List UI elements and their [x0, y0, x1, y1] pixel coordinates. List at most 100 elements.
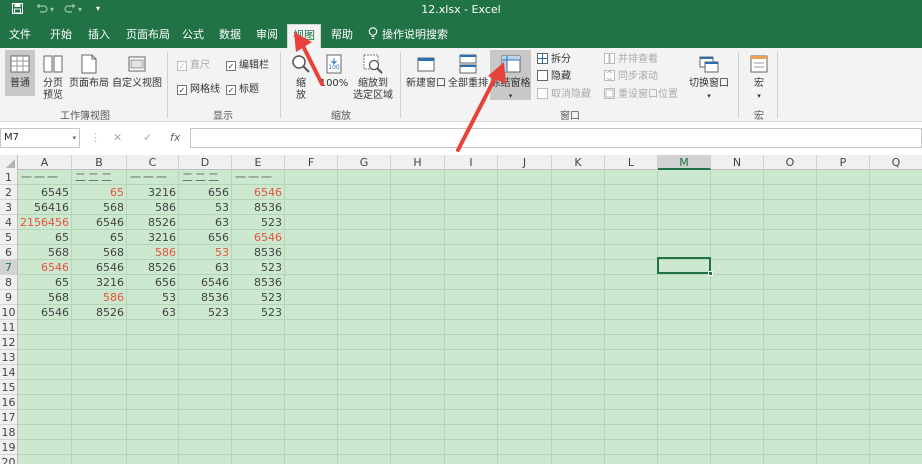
row-header-13[interactable]: 13: [0, 350, 17, 365]
cell[interactable]: 63: [179, 260, 232, 275]
tab-tell-me[interactable]: 操作说明搜索: [368, 26, 452, 48]
formula-bar-checkbox[interactable]: ✓ 编辑栏: [226, 59, 269, 73]
chevron-down-icon[interactable]: ▾: [72, 129, 76, 147]
row-header-19[interactable]: 19: [0, 440, 17, 455]
column-header-q[interactable]: Q: [870, 155, 922, 170]
column-header-h[interactable]: H: [391, 155, 445, 170]
more-options-icon[interactable]: ⋮: [90, 131, 101, 144]
cell[interactable]: 568: [18, 245, 72, 260]
cell[interactable]: 63: [127, 305, 179, 320]
row-header-9[interactable]: 9: [0, 290, 17, 305]
page-break-preview-button[interactable]: 分页 预览: [39, 50, 67, 102]
row-header-6[interactable]: 6: [0, 245, 17, 260]
tab-insert[interactable]: 插入: [82, 26, 116, 48]
cell[interactable]: 523: [232, 260, 285, 275]
cell[interactable]: 56416: [18, 200, 72, 215]
cell[interactable]: 586: [72, 290, 127, 305]
column-header-a[interactable]: A: [18, 155, 72, 170]
row-header-7[interactable]: 7: [0, 260, 17, 275]
cell[interactable]: 6545: [18, 185, 72, 200]
cell[interactable]: 568: [18, 290, 72, 305]
cell[interactable]: 656: [179, 230, 232, 245]
cell[interactable]: 63: [179, 215, 232, 230]
column-header-m[interactable]: M: [658, 155, 711, 170]
cell[interactable]: 65: [72, 230, 127, 245]
row-header-18[interactable]: 18: [0, 425, 17, 440]
row-header-10[interactable]: 10: [0, 305, 17, 320]
fill-handle[interactable]: [708, 271, 713, 276]
tab-help[interactable]: 帮助: [326, 26, 358, 48]
cell[interactable]: 8536: [232, 200, 285, 215]
column-header-p[interactable]: P: [817, 155, 870, 170]
enter-icon[interactable]: ✓: [143, 131, 152, 144]
cell[interactable]: 3216: [127, 230, 179, 245]
cell[interactable]: 6546: [232, 185, 285, 200]
cell-header[interactable]: 二二二: [72, 170, 127, 185]
tab-file[interactable]: 文件: [4, 26, 36, 48]
column-header-g[interactable]: G: [338, 155, 391, 170]
column-header-e[interactable]: E: [232, 155, 285, 170]
cell-header[interactable]: 二二二: [179, 170, 232, 185]
cell[interactable]: 3216: [72, 275, 127, 290]
cell[interactable]: 523: [232, 305, 285, 320]
column-header-d[interactable]: D: [179, 155, 232, 170]
column-header-n[interactable]: N: [711, 155, 764, 170]
column-header-k[interactable]: K: [552, 155, 605, 170]
cell[interactable]: 65: [18, 230, 72, 245]
gridlines-checkbox[interactable]: ✓ 网格线: [177, 83, 220, 97]
switch-windows-button[interactable]: 切换窗口 ▾: [686, 50, 732, 102]
split-button[interactable]: 拆分: [537, 53, 571, 67]
formula-input[interactable]: [190, 128, 922, 148]
ruler-checkbox[interactable]: ✓ 直尺: [177, 59, 210, 73]
cell[interactable]: 656: [179, 185, 232, 200]
row-header-5[interactable]: 5: [0, 230, 17, 245]
column-header-f[interactable]: F: [285, 155, 338, 170]
cell[interactable]: 8536: [179, 290, 232, 305]
cell[interactable]: 6546: [72, 260, 127, 275]
tab-page-layout[interactable]: 页面布局: [122, 26, 174, 48]
tab-formulas[interactable]: 公式: [178, 26, 208, 48]
row-header-8[interactable]: 8: [0, 275, 17, 290]
cell[interactable]: 8526: [127, 215, 179, 230]
cell[interactable]: 586: [127, 245, 179, 260]
reset-window-position-button[interactable]: 重设窗口位置: [604, 88, 678, 102]
headings-checkbox[interactable]: ✓ 标题: [226, 83, 259, 97]
row-header-17[interactable]: 17: [0, 410, 17, 425]
cell[interactable]: 8536: [232, 245, 285, 260]
cell-header[interactable]: 一一一: [18, 170, 72, 185]
active-cell-m7[interactable]: [657, 257, 711, 274]
synchronous-scrolling-button[interactable]: 同步滚动: [604, 70, 658, 84]
select-all-button[interactable]: [0, 155, 18, 170]
cell[interactable]: 65: [72, 185, 127, 200]
cell[interactable]: 568: [72, 200, 127, 215]
cell[interactable]: 2156456: [18, 215, 72, 230]
column-header-i[interactable]: I: [445, 155, 498, 170]
column-header-o[interactable]: O: [764, 155, 817, 170]
insert-function-icon[interactable]: fx: [170, 131, 180, 144]
cell-header[interactable]: 一一一: [232, 170, 285, 185]
macros-button[interactable]: 宏 ▾: [746, 50, 772, 102]
custom-views-button[interactable]: 自定义视图: [111, 50, 163, 96]
column-header-b[interactable]: B: [72, 155, 127, 170]
unhide-button[interactable]: 取消隐藏: [537, 88, 591, 102]
column-header-c[interactable]: C: [127, 155, 179, 170]
cell[interactable]: 523: [232, 215, 285, 230]
row-header-3[interactable]: 3: [0, 200, 17, 215]
cell[interactable]: 53: [179, 245, 232, 260]
cell[interactable]: 8526: [127, 260, 179, 275]
row-header-12[interactable]: 12: [0, 335, 17, 350]
row-header-4[interactable]: 4: [0, 215, 17, 230]
page-layout-view-button[interactable]: 页面布局: [68, 50, 110, 96]
hide-button[interactable]: 隐藏: [537, 70, 571, 84]
cell[interactable]: 586: [127, 200, 179, 215]
tab-data[interactable]: 数据: [214, 26, 246, 48]
row-header-16[interactable]: 16: [0, 395, 17, 410]
column-header-l[interactable]: L: [605, 155, 658, 170]
new-window-button[interactable]: 新建窗口: [405, 50, 447, 96]
cell[interactable]: 8536: [232, 275, 285, 290]
row-header-15[interactable]: 15: [0, 380, 17, 395]
cell[interactable]: 6546: [72, 215, 127, 230]
cell[interactable]: 8526: [72, 305, 127, 320]
column-header-j[interactable]: J: [498, 155, 552, 170]
cell[interactable]: 6546: [18, 305, 72, 320]
